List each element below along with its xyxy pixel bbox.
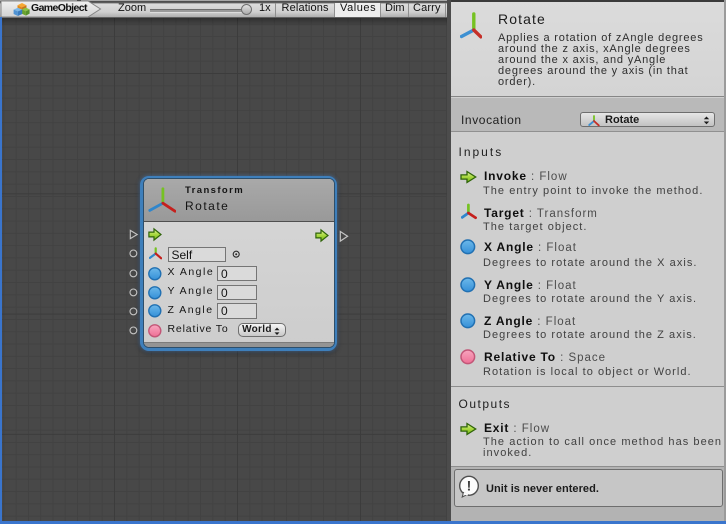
svg-text:!: ! (467, 478, 472, 494)
